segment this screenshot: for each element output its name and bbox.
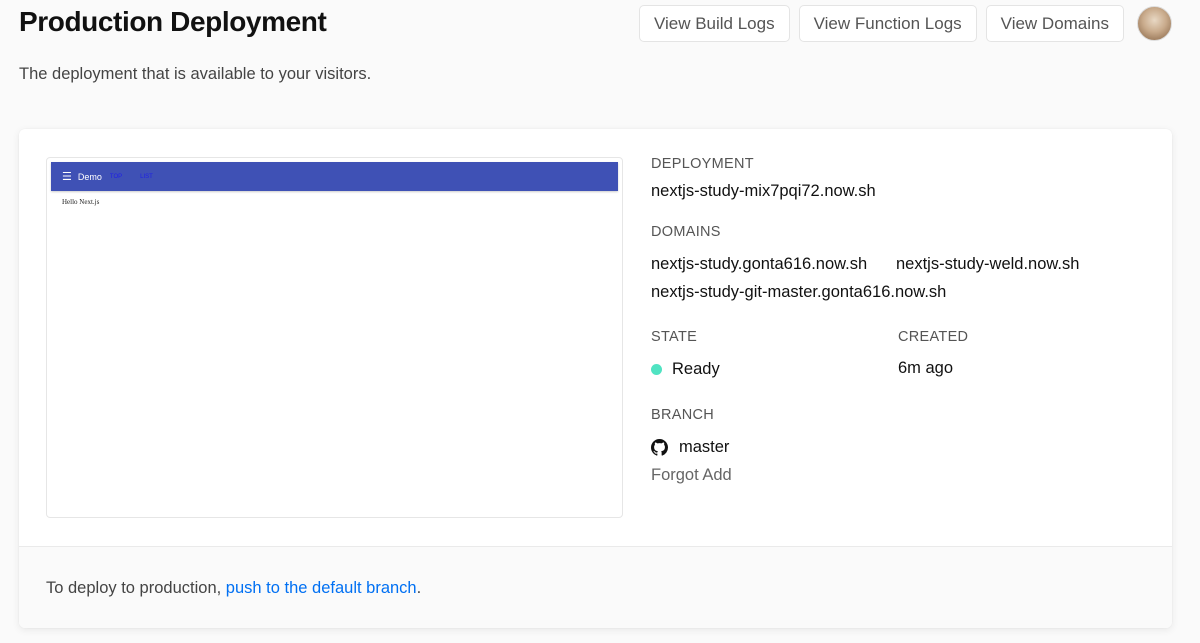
branch-link[interactable]: master [679,438,729,457]
github-icon [651,439,668,456]
domain-link-1[interactable]: nextjs-study.gonta616.now.sh [651,255,867,274]
preview-app-title: Demo [77,171,102,182]
header-actions: View Build Logs View Function Logs View … [638,5,1172,42]
view-domains-button[interactable]: View Domains [985,5,1124,42]
preview-nav-link-top: TOP [109,173,123,180]
created-label: CREATED [898,329,969,345]
status-dot-icon [651,364,662,375]
footer-prefix: To deploy to production, [46,579,226,597]
deployment-card: ☰ Demo TOP LIST Hello Next.js DEPLOYMENT… [19,129,1172,628]
preview-body-text: Hello Next.js [62,198,100,206]
card-body: ☰ Demo TOP LIST Hello Next.js DEPLOYMENT… [19,129,1172,546]
view-build-logs-button[interactable]: View Build Logs [638,5,790,42]
push-to-default-branch-link[interactable]: push to the default branch [226,579,417,597]
created-value: 6m ago [898,359,954,377]
view-function-logs-button[interactable]: View Function Logs [798,5,977,42]
footer-text: To deploy to production, push to the def… [46,579,421,598]
footer-suffix: . [416,579,422,597]
page-subtitle: The deployment that is available to your… [19,65,372,83]
card-footer: To deploy to production, push to the def… [19,546,1172,628]
domains-label: DOMAINS [651,224,721,240]
domain-link-2[interactable]: nextjs-study-weld.now.sh [896,255,1079,274]
deployment-preview[interactable]: ☰ Demo TOP LIST Hello Next.js [46,157,623,518]
branch-label: BRANCH [651,407,715,423]
deployment-label: DEPLOYMENT [651,156,754,172]
state-value: Ready [672,360,720,378]
preview-nav-link-list: LIST [140,173,153,180]
page-title: Production Deployment [19,6,327,37]
state-label: STATE [651,329,698,345]
deployment-url-link[interactable]: nextjs-study-mix7pqi72.now.sh [651,182,876,201]
preview-app-bar: ☰ Demo TOP LIST [51,162,618,191]
avatar[interactable] [1137,6,1172,41]
menu-icon: ☰ [62,171,72,183]
domain-link-3[interactable]: nextjs-study-git-master.gonta616.now.sh [651,283,946,302]
page-header: Production Deployment View Build Logs Vi… [0,0,1200,60]
commit-message: Forgot Add [651,466,732,484]
